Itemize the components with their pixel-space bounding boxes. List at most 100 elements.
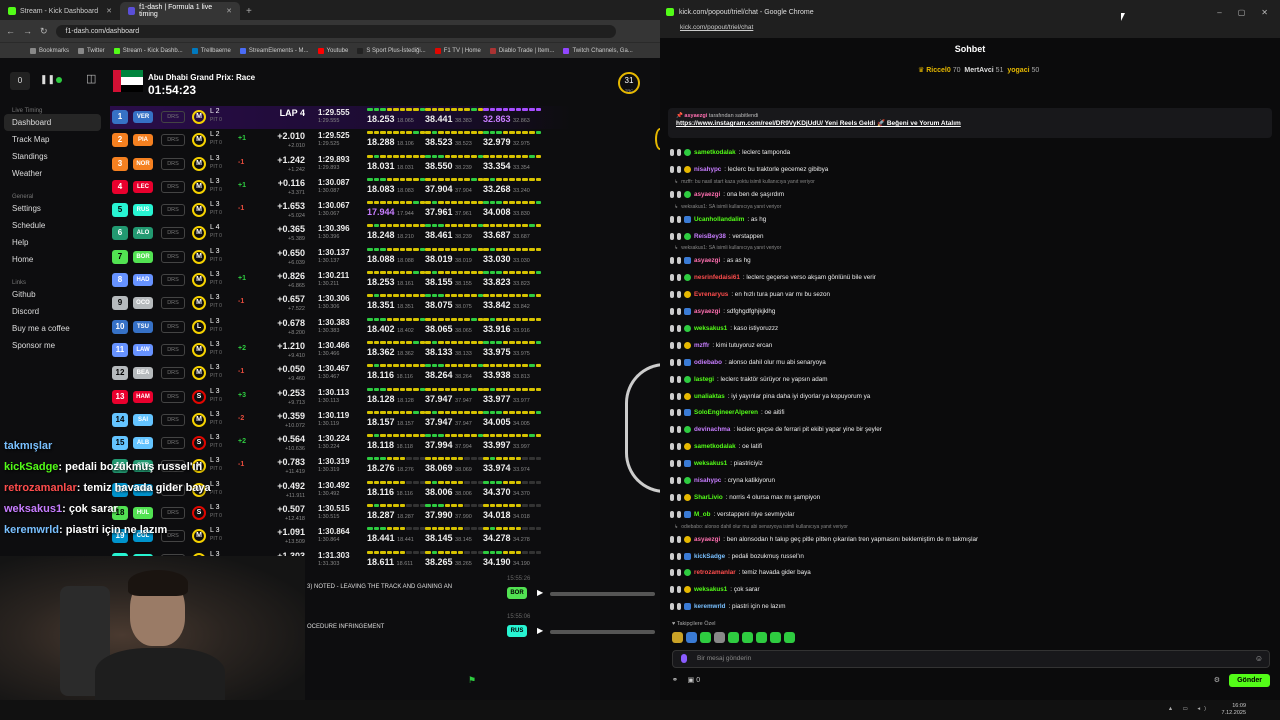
moderator-icon[interactable] — [670, 426, 674, 434]
sidebar-item-weather[interactable]: Weather — [0, 165, 105, 182]
chat-username[interactable]: devinachma — [694, 426, 730, 433]
bookmark-item[interactable]: Youtube — [317, 47, 348, 54]
chat-username[interactable]: weksakus1 — [694, 325, 727, 332]
moderator-icon[interactable] — [670, 392, 674, 400]
chat-message[interactable]: asyaezgi: sdfghgdfghjkjklhg — [670, 303, 1270, 320]
bookmark-item[interactable]: Twitch Channels, Ga... — [563, 47, 633, 54]
chat-message[interactable]: keremwrld: piastri için ne lazım — [670, 598, 1270, 615]
chat-username[interactable]: sametkodalak — [694, 149, 736, 156]
chat-username[interactable]: nesrinfedaisi61 — [694, 274, 740, 281]
timeout-icon[interactable] — [677, 476, 681, 484]
sidebar-item-github[interactable]: Github — [0, 286, 105, 303]
moderator-icon[interactable] — [670, 510, 674, 518]
emote-icon[interactable] — [770, 632, 781, 643]
timeout-icon[interactable] — [677, 274, 681, 282]
timeout-icon[interactable] — [677, 308, 681, 316]
bookmark-item[interactable]: StreamElements - M... — [239, 47, 309, 54]
sidebar-item-schedule[interactable]: Schedule — [0, 217, 105, 234]
sidebar-item-home[interactable]: Home — [0, 251, 105, 268]
timeout-icon[interactable] — [677, 257, 681, 265]
chat-message[interactable]: kickSadge: pedali bozukmuş russel'ın — [670, 548, 1270, 565]
moderator-icon[interactable] — [670, 257, 674, 265]
sidebar-item-track-map[interactable]: Track Map — [0, 131, 105, 148]
chat-message[interactable]: sametkodalak: leclerc tamponda — [670, 144, 1270, 161]
moderator-icon[interactable] — [670, 409, 674, 417]
sidebar-item-sponsor[interactable]: Sponsor me — [0, 337, 105, 354]
timeout-icon[interactable] — [677, 493, 681, 501]
driver-row[interactable]: 2 PIA DRS M L 2 PIT 0 +1 +2.010 +2.010 1:29.525 1:… — [110, 129, 570, 152]
bookmark-item[interactable]: Bookmarks — [30, 47, 69, 54]
chat-message[interactable]: asyaezgi: as as hg — [670, 252, 1270, 269]
forward-icon[interactable]: → — [23, 26, 32, 36]
timeout-icon[interactable] — [677, 586, 681, 594]
driver-row[interactable]: 13 HAM DRS S L 3 PIT 0 +3 +0.253 +9.713 1:30.113 1… — [110, 386, 570, 409]
driver-row[interactable]: 14 SAI DRS M L 3 PIT 0 -2 +0.359 +10.072 1:30.119… — [110, 409, 570, 432]
driver-row[interactable]: 6 ALO DRS M L 4 PIT 0 +0.365 +5.389 1:30.396 1:30… — [110, 222, 570, 245]
timeout-icon[interactable] — [677, 324, 681, 332]
driver-row[interactable]: 12 BEA DRS M L 3 PIT 0 -1 +0.050 +9.460 1:30.467 1… — [110, 362, 570, 385]
moderator-icon[interactable] — [670, 165, 674, 173]
chat-message[interactable]: mzffr: kimi tutuyoruz ercan — [670, 337, 1270, 354]
driver-row[interactable]: 9 OCO DRS M L 3 PIT 0 -1 +0.657 +7.522 1:30.306 1:… — [110, 292, 570, 315]
mic-icon[interactable] — [681, 654, 687, 663]
timeout-icon[interactable] — [677, 569, 681, 577]
sidebar-item-buy-coffee[interactable]: Buy me a coffee — [0, 320, 105, 337]
url-input[interactable]: f1-dash.com/dashboard — [55, 24, 616, 38]
play-icon[interactable]: ▶ — [537, 626, 543, 635]
chat-message[interactable]: nesrinfedaisi61: leclerc geçerse verso a… — [670, 269, 1270, 286]
driver-row[interactable]: 10 TSU DRS L L 3 PIT 0 +0.678 +8.200 1:30.383 1:3… — [110, 316, 570, 339]
timeout-icon[interactable] — [677, 148, 681, 156]
moderator-icon[interactable] — [670, 443, 674, 451]
chat-username[interactable]: retrozamanlar — [694, 569, 736, 576]
driver-row[interactable]: 7 BOR DRS M L 3 PIT 0 +0.650 +6.039 1:30.137 1:30… — [110, 246, 570, 269]
chat-username[interactable]: kickSadge — [694, 553, 725, 560]
chat-input[interactable]: Bir mesaj gönderin ☺ — [672, 650, 1270, 668]
play-icon[interactable]: ▶ — [537, 588, 543, 597]
driver-row[interactable]: 5 RUS DRS M L 3 PIT 0 -1 +1.653 +5.024 1:30.067 1:… — [110, 199, 570, 222]
bookmark-item[interactable]: Twitter — [78, 47, 105, 54]
moderator-icon[interactable] — [670, 291, 674, 299]
chat-username[interactable]: asyaezgi — [694, 536, 720, 543]
chat-username[interactable]: asyaezgi — [694, 191, 720, 198]
timeout-icon[interactable] — [677, 358, 681, 366]
chat-username[interactable]: weksakus1 — [694, 460, 727, 467]
chat-message[interactable]: Evrenaryus: en hızlı tura puan var mı bu… — [670, 286, 1270, 303]
chat-message[interactable]: odiebabo: alonso dahil olur mu abi senar… — [670, 354, 1270, 371]
chat-message[interactable]: nisahypc: leclerc bu traktorle gecemez g… — [670, 161, 1270, 178]
timeout-icon[interactable] — [677, 409, 681, 417]
moderator-icon[interactable] — [670, 232, 674, 240]
timeout-icon[interactable] — [677, 603, 681, 611]
moderator-icon[interactable] — [670, 603, 674, 611]
chat-username[interactable]: M_ob — [694, 511, 710, 518]
maximize-icon[interactable]: ▢ — [1238, 8, 1246, 17]
timeout-icon[interactable] — [677, 341, 681, 349]
moderator-icon[interactable] — [670, 215, 674, 223]
chat-message[interactable]: SoloEngineerAlperen: oe aitifi — [670, 404, 1270, 421]
chat-username[interactable]: weksakus1 — [694, 586, 727, 593]
chat-url[interactable]: kick.com/popout/triel/chat — [660, 24, 1280, 38]
moderator-icon[interactable] — [670, 569, 674, 577]
bookmark-item[interactable]: F1 TV | Home — [434, 47, 481, 54]
gear-icon[interactable]: ⚙ — [1214, 676, 1220, 684]
back-icon[interactable]: ← — [6, 26, 15, 36]
moderator-icon[interactable] — [670, 586, 674, 594]
driver-row[interactable]: 1 VER DRS M L 2 PIT 0 LAP 4 1:29.555 1:29.555 18.… — [110, 106, 570, 130]
chat-username[interactable]: Ucanhollandalim — [694, 216, 744, 223]
moderator-icon[interactable] — [670, 375, 674, 383]
driver-row[interactable]: 8 HAD DRS M L 3 PIT 0 +1 +0.826 +6.865 1:30.211 1:… — [110, 269, 570, 292]
sidebar-item-help[interactable]: Help — [0, 234, 105, 251]
emote-icon[interactable] — [700, 632, 711, 643]
chat-username[interactable]: odiebabo — [694, 359, 722, 366]
bookmark-item[interactable]: Stream - Kick Dashb... — [113, 47, 183, 54]
timeout-icon[interactable] — [677, 552, 681, 560]
moderator-icon[interactable] — [670, 308, 674, 316]
chat-message[interactable]: SharLivio: norris 4 olursa max mı şampiy… — [670, 489, 1270, 506]
chat-message[interactable]: weksakus1: piastriciyiz — [670, 455, 1270, 472]
bookmark-item[interactable]: S Sport Plus-İstediği... — [357, 47, 426, 54]
chat-username[interactable]: unaliaktas — [694, 393, 725, 400]
minimize-icon[interactable]: – — [1217, 8, 1221, 17]
pause-icon[interactable]: ❚❚ — [40, 74, 55, 85]
moderator-icon[interactable] — [670, 190, 674, 198]
tray-icons[interactable]: ▲ ▭ ◂) — [1168, 706, 1210, 712]
chat-message[interactable]: weksakus1: kaso istiyoruzzz — [670, 320, 1270, 337]
